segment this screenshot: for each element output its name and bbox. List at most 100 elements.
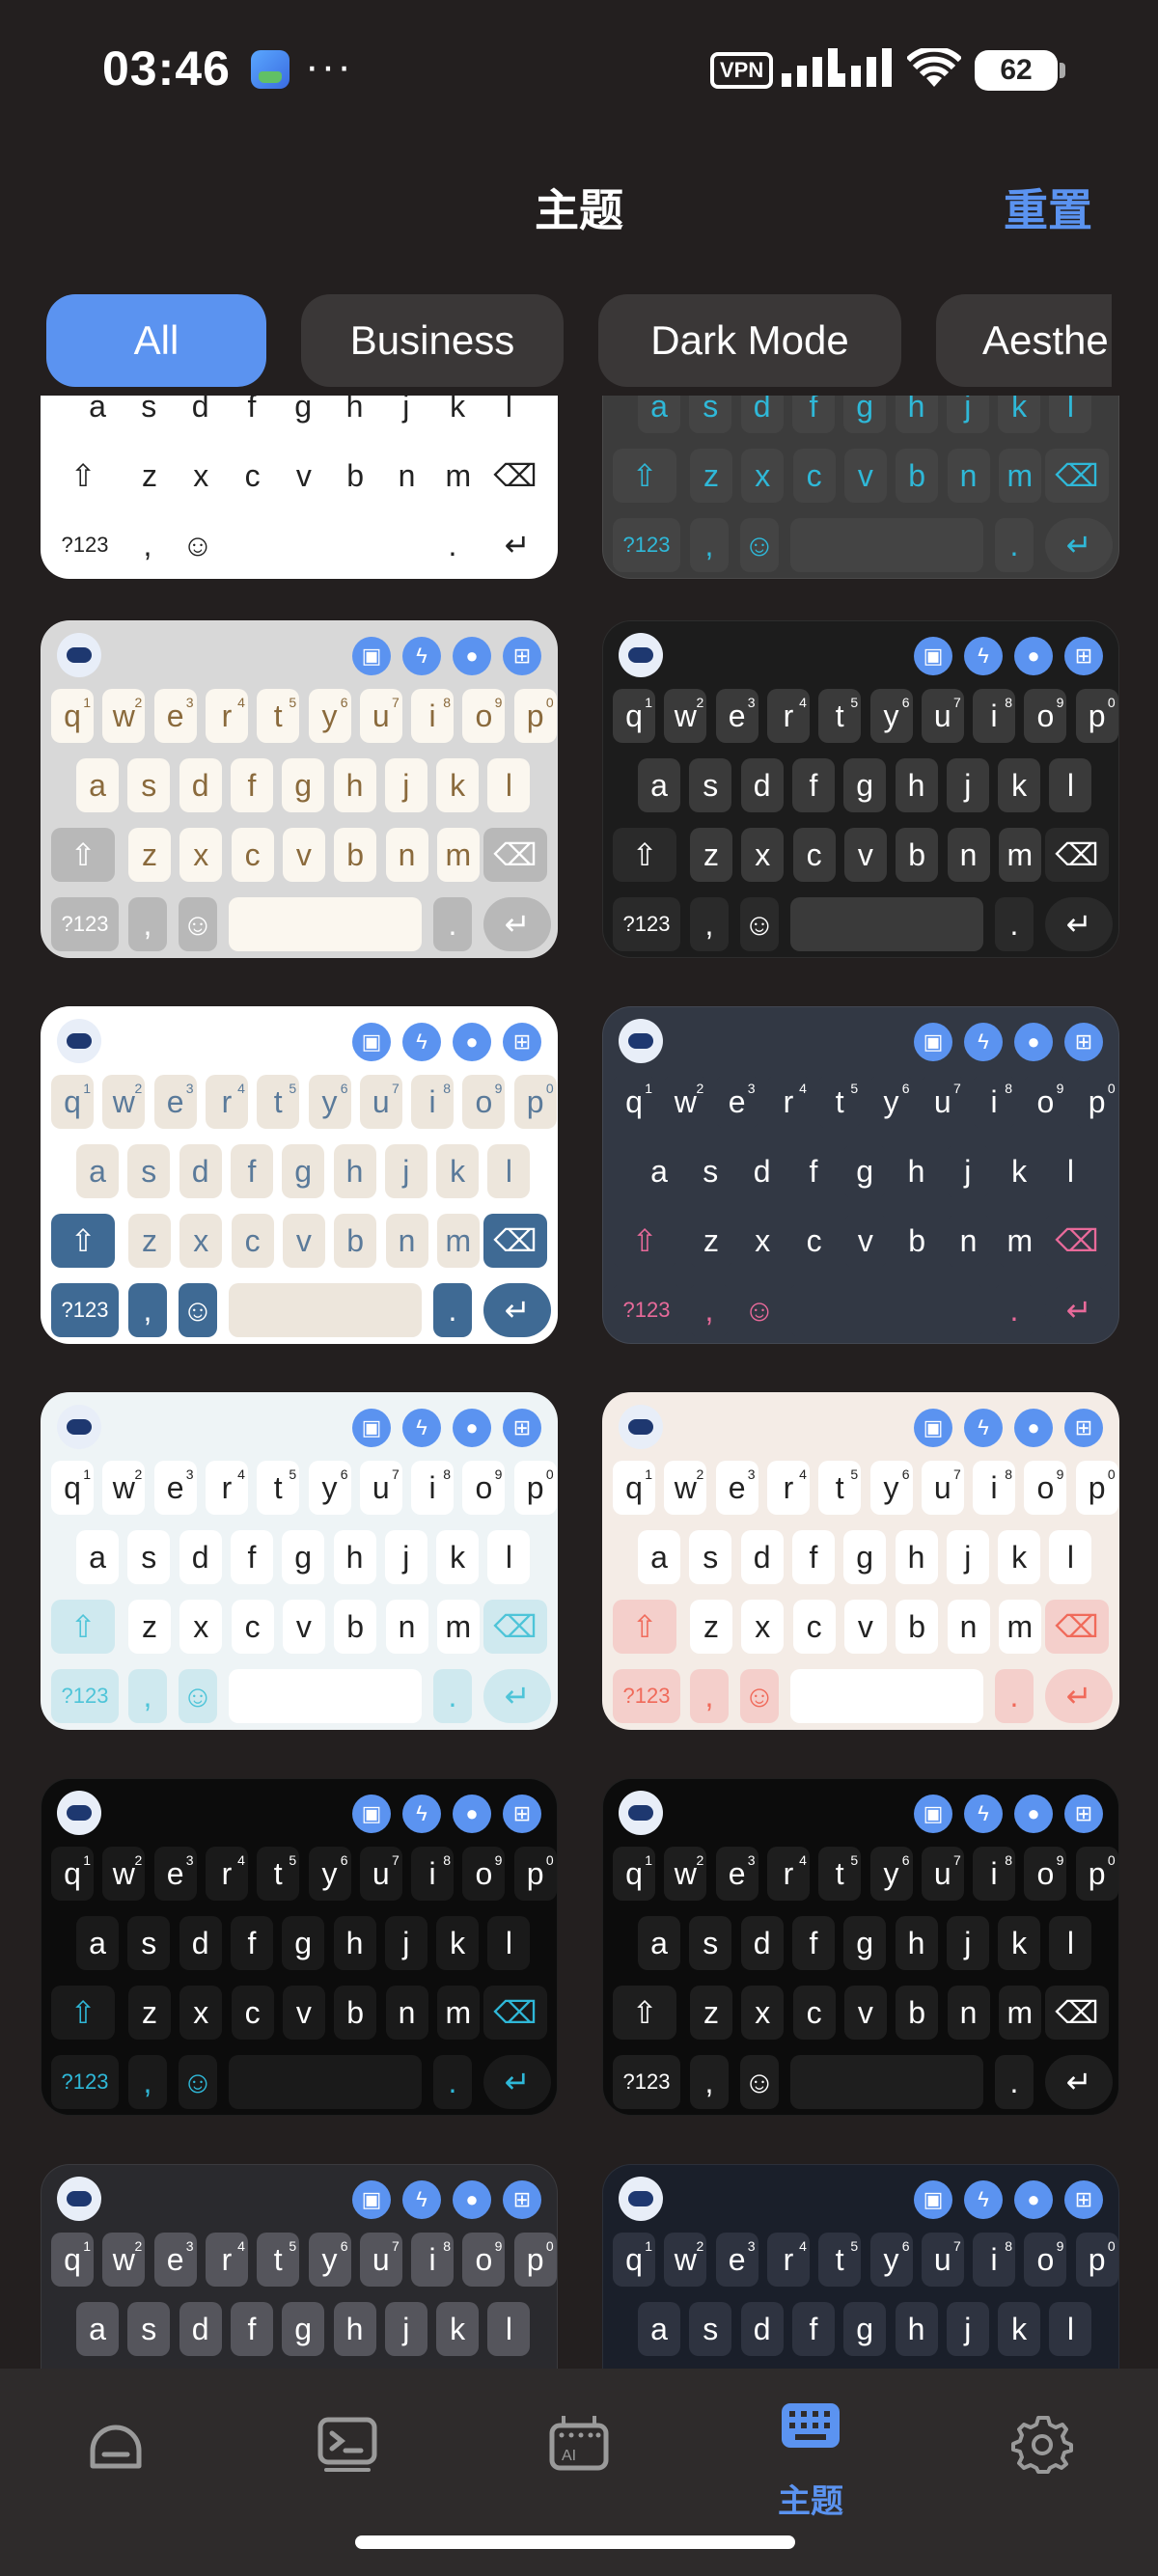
- space-key: [790, 897, 983, 951]
- key-x: x: [741, 449, 785, 503]
- key-p: p0: [1075, 1075, 1118, 1129]
- emoji-icon: ☺: [179, 897, 217, 951]
- key-row-1: q1w2e3r4t5y6u7i8o9p0: [41, 1461, 557, 1519]
- tab-all[interactable]: All: [46, 294, 266, 387]
- keyboard-toolbar: ▣ ϟ ● ⊞: [41, 2173, 557, 2221]
- theme-card-navy-beige[interactable]: ▣ ϟ ● ⊞ q 1 w 2 e 3 r 4 t 5 y 6 u 7 i 8 o 9 p 0 a s d f g h j k l ⇧ z x c v b n…: [41, 1006, 558, 1344]
- flash-icon: ϟ: [402, 1023, 441, 1061]
- shift-icon: ⇧: [51, 828, 115, 882]
- sym-key: ?123: [613, 1283, 680, 1337]
- key-row-3: ⇧ z x c v b n m ⌫: [41, 1600, 557, 1658]
- key-g: g: [843, 1916, 887, 1970]
- nav-theme[interactable]: 主题: [695, 2369, 926, 2523]
- gear-icon: [1011, 2416, 1073, 2474]
- period-key: .: [433, 897, 472, 951]
- key-row-4: ?123, ☺. ↵: [603, 518, 1118, 576]
- key-h: h: [333, 1144, 376, 1198]
- sym-key: ?123: [51, 518, 119, 572]
- mic-icon: ●: [453, 2180, 491, 2219]
- key-s: s: [689, 1916, 732, 1970]
- shift-icon: ⇧: [613, 828, 676, 882]
- emoji-icon: ☺: [179, 2055, 217, 2109]
- keyboard-toolbar: ▣ ϟ ● ⊞: [603, 1401, 1118, 1449]
- comma-key: ,: [690, 2055, 729, 2109]
- key-s: s: [127, 1144, 171, 1198]
- theme-card-peach[interactable]: ▣ ϟ ● ⊞ q 1 w 2 e 3 r 4 t 5 y 6 u 7 i 8 o 9 p 0 a s d f g h j k l ⇧ z x c v b n…: [602, 1392, 1119, 1730]
- key-c: c: [231, 828, 274, 882]
- robot-icon: [619, 2177, 663, 2221]
- key-z: z: [690, 1214, 732, 1268]
- theme-card-classic-white[interactable]: ▣ϟ●⊞q1w2e3r4t5y6u7i8o9p0asdfghjkl⇧zxcvbn…: [41, 396, 558, 579]
- theme-card-marble[interactable]: ▣ ϟ ● ⊞ q 1 w 2 e 3 r 4 t 5 y 6 u 7 i 8 o 9 p 0 a s d f g h j k l ⇧ z x c v b n…: [41, 620, 558, 958]
- key-d: d: [740, 396, 784, 433]
- key-v: v: [282, 1986, 325, 2040]
- emoji-icon: ☺: [740, 1283, 779, 1337]
- key-t: t5: [818, 1461, 862, 1515]
- tab-aesthetic[interactable]: Aesthe: [936, 294, 1112, 387]
- nav-home[interactable]: [0, 2369, 232, 2523]
- key-p: p0: [1075, 1847, 1118, 1901]
- nav-settings[interactable]: [926, 2369, 1158, 2523]
- enter-icon: ↵: [483, 2055, 551, 2109]
- keyboard-toolbar: ▣ ϟ ● ⊞: [41, 1015, 557, 1063]
- key-i: i8: [411, 1461, 455, 1515]
- sym-key: ?123: [51, 897, 119, 951]
- key-c: c: [792, 1986, 836, 2040]
- nav-terminal[interactable]: [232, 2369, 463, 2523]
- key-e: e3: [715, 1075, 758, 1129]
- key-x: x: [741, 828, 785, 882]
- key-k: k: [436, 758, 480, 812]
- theme-card-midnight[interactable]: ▣ ϟ ● ⊞ q 1 w 2 e 3 r 4 t 5 y 6 u 7 i 8 o 9 p 0 a s d f g h j k l ⇧ z x c v b n…: [602, 1778, 1119, 2116]
- key-f: f: [230, 396, 273, 433]
- space-key: [790, 1283, 983, 1337]
- key-f: f: [791, 396, 835, 433]
- key-w: w2: [102, 1075, 146, 1129]
- key-u: u7: [359, 1847, 402, 1901]
- home-indicator[interactable]: [355, 2535, 795, 2549]
- reset-button[interactable]: 重置: [1004, 176, 1092, 239]
- key-a: a: [638, 396, 680, 433]
- key-q: q1: [613, 1847, 655, 1901]
- key-h: h: [333, 758, 376, 812]
- key-h: h: [333, 1530, 376, 1584]
- key-f: f: [230, 2302, 273, 2356]
- flash-icon: ϟ: [964, 2180, 1003, 2219]
- key-n: n: [947, 449, 990, 503]
- key-d: d: [740, 758, 784, 812]
- key-row-2: asdfghjkl: [41, 2302, 557, 2360]
- space-key: [229, 1283, 422, 1337]
- key-b: b: [896, 1600, 939, 1654]
- keyboard-toolbar: ▣ ϟ ● ⊞: [603, 1787, 1118, 1835]
- theme-card-steel-grey[interactable]: ▣ϟ●⊞q1w2e3r4t5y6u7i8o9p0asdfghjkl⇧zxcvbn…: [41, 2164, 558, 2369]
- key-k: k: [998, 758, 1041, 812]
- theme-card-slate-pink[interactable]: ▣ ϟ ● ⊞ q 1 w 2 e 3 r 4 t 5 y 6 u 7 i 8 o 9 p 0 a s d f g h j k l ⇧ z x c v b n…: [602, 1006, 1119, 1344]
- key-s: s: [127, 2302, 171, 2356]
- theme-card-ice-blue[interactable]: ▣ ϟ ● ⊞ q 1 w 2 e 3 r 4 t 5 y 6 u 7 i 8 o 9 p 0 a s d f g h j k l ⇧ z x c v b n…: [41, 1392, 558, 1730]
- key-k: k: [436, 1916, 480, 1970]
- key-l: l: [1049, 1530, 1092, 1584]
- key-d: d: [179, 2302, 222, 2356]
- tab-dark-mode[interactable]: Dark Mode: [598, 294, 901, 387]
- grid-icon: ⊞: [503, 1795, 541, 1833]
- key-row-4: ?123, ☺. ↵: [41, 1283, 557, 1341]
- theme-card-navy-dark[interactable]: ▣ϟ●⊞q1w2e3r4t5y6u7i8o9p0asdfghjkl⇧zxcvbn…: [602, 2164, 1119, 2369]
- enter-icon: ↵: [1045, 1283, 1113, 1337]
- space-key: [790, 1669, 983, 1723]
- nav-ai-keyboard[interactable]: AI: [463, 2369, 695, 2523]
- key-p: p0: [513, 1075, 557, 1129]
- key-f: f: [230, 758, 273, 812]
- key-n: n: [385, 1986, 428, 2040]
- scan-icon: ▣: [914, 1023, 952, 1061]
- key-k: k: [998, 1144, 1041, 1198]
- theme-card-neon-cyan[interactable]: ▣ ϟ ● ⊞ q 1 w 2 e 3 r 4 t 5 y 6 u 7 i 8 o 9 p 0 a s d f g h j k l ⇧ z x c v b n…: [41, 1778, 558, 2116]
- key-u: u7: [921, 1075, 964, 1129]
- theme-card-dark-cyan[interactable]: ▣ϟ●⊞q1w2e3r4t5y6u7i8o9p0asdfghjkl⇧zxcvbn…: [602, 396, 1119, 579]
- theme-card-glass-black[interactable]: ▣ ϟ ● ⊞ q 1 w 2 e 3 r 4 t 5 y 6 u 7 i 8 o 9 p 0 a s d f g h j k l ⇧ z x c v b n…: [602, 620, 1119, 958]
- key-p: p0: [1075, 2233, 1118, 2287]
- key-t: t5: [818, 689, 862, 743]
- tab-business[interactable]: Business: [301, 294, 564, 387]
- mic-icon: ●: [1014, 1795, 1053, 1833]
- key-u: u7: [921, 2233, 964, 2287]
- sym-key: ?123: [613, 897, 680, 951]
- key-row-4: ?123, ☺. ↵: [41, 518, 557, 576]
